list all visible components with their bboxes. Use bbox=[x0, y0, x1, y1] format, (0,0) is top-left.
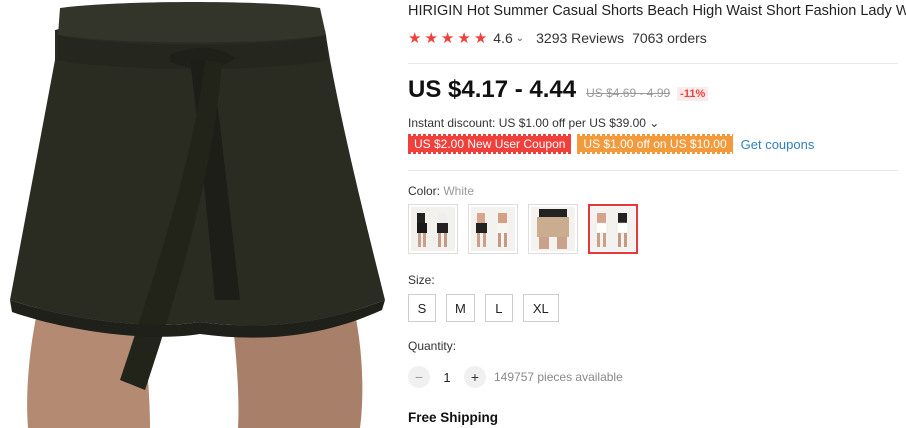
increase-quantity-button[interactable]: + bbox=[464, 366, 486, 388]
rating-value[interactable]: 4.6 bbox=[493, 30, 512, 46]
color-swatch-selected[interactable] bbox=[588, 204, 638, 254]
orders-count: 7063 orders bbox=[632, 30, 707, 46]
product-title: HIRIGIN Hot Summer Casual Shorts Beach H… bbox=[408, 3, 906, 19]
swatch-thumbnail bbox=[591, 207, 635, 251]
size-label: Size: bbox=[408, 273, 435, 287]
color-swatches bbox=[408, 204, 638, 254]
free-shipping: Free Shipping bbox=[408, 410, 499, 425]
swatch-thumbnail bbox=[531, 207, 575, 251]
color-swatch[interactable] bbox=[528, 204, 578, 254]
star-rating: ★ ★ ★ ★ ★ bbox=[408, 31, 487, 46]
shorts-photo bbox=[10, 2, 385, 428]
quantity-label: Quantity: bbox=[408, 339, 457, 353]
star-icon: ★ bbox=[408, 29, 422, 47]
decrease-quantity-button[interactable]: − bbox=[408, 366, 430, 388]
swatch-thumbnail bbox=[471, 207, 515, 251]
star-icon: ★ bbox=[473, 29, 488, 47]
color-label: Color: White bbox=[408, 184, 474, 198]
quantity-input[interactable]: 1 bbox=[430, 370, 464, 385]
chevron-down-icon[interactable]: ⌄ bbox=[516, 33, 524, 44]
star-icon: ★ bbox=[424, 29, 438, 47]
size-option-l[interactable]: L bbox=[484, 294, 513, 322]
color-swatch[interactable] bbox=[408, 204, 458, 254]
product-image[interactable] bbox=[0, 0, 398, 428]
quantity-stepper: − 1 + 149757 pieces available bbox=[408, 366, 623, 388]
divider bbox=[408, 63, 898, 64]
size-option-m[interactable]: M bbox=[446, 294, 475, 322]
star-icon: ★ bbox=[440, 29, 455, 47]
divider bbox=[408, 170, 898, 171]
product-info: HIRIGIN Hot Summer Casual Shorts Beach H… bbox=[408, 0, 906, 428]
coupon-row: US $2.00 New User Coupon US $1.00 off on… bbox=[408, 134, 814, 154]
instant-discount[interactable]: Instant discount: US $1.00 off per US $3… bbox=[408, 116, 659, 130]
swatch-thumbnail bbox=[411, 207, 455, 251]
discount-badge: -11% bbox=[677, 87, 709, 101]
color-swatch[interactable] bbox=[468, 204, 518, 254]
current-price: US $4.17 - 4.44 bbox=[408, 76, 577, 103]
original-price: US $4.69 - 4.99 bbox=[586, 86, 671, 100]
price-row: US $4.17 - 4.44 US $4.69 - 4.99 -11% bbox=[408, 76, 709, 104]
color-label-text: Color: bbox=[408, 184, 444, 198]
size-option-xl[interactable]: XL bbox=[522, 294, 559, 322]
store-coupon[interactable]: US $1.00 off on US $10.00 bbox=[577, 134, 733, 154]
star-icon: ★ bbox=[457, 29, 471, 47]
reviews-link[interactable]: 3293 Reviews bbox=[536, 30, 624, 46]
rating-row: ★ ★ ★ ★ ★ 4.6 ⌄ 3293 Reviews 7063 orders bbox=[408, 30, 707, 46]
color-value: White bbox=[443, 184, 475, 198]
new-user-coupon[interactable]: US $2.00 New User Coupon bbox=[408, 134, 572, 154]
size-option-s[interactable]: S bbox=[408, 294, 436, 322]
size-options: S M L XL bbox=[408, 294, 559, 322]
stock-available: 149757 pieces available bbox=[494, 370, 623, 384]
get-coupons-link[interactable]: Get coupons bbox=[741, 137, 815, 152]
